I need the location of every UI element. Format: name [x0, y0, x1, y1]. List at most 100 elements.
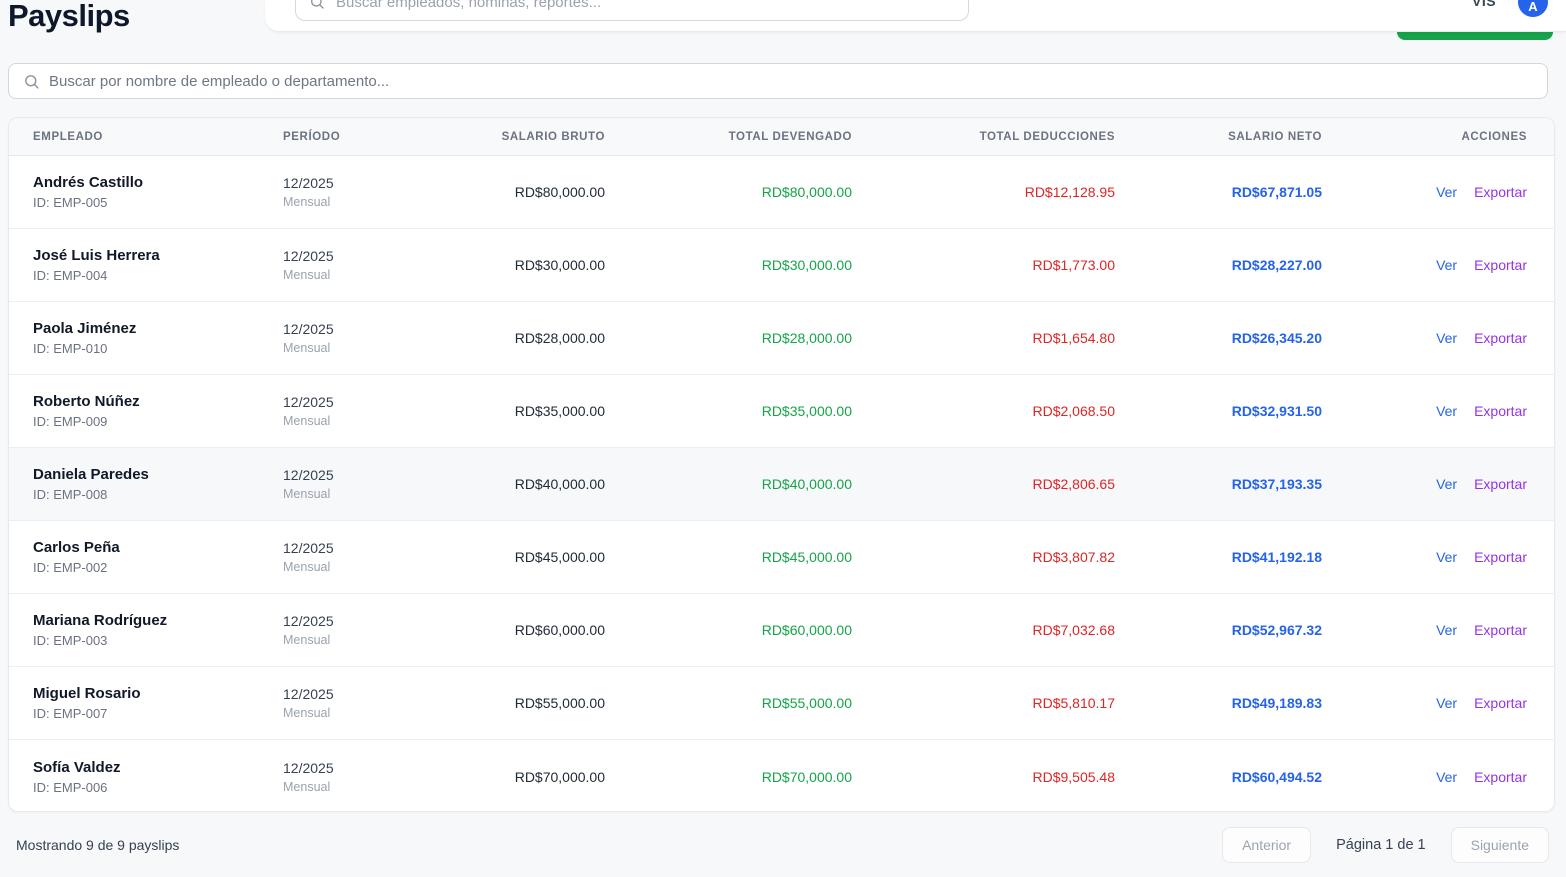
table-header-row: EMPLEADO PERÍODO SALARIO BRUTO TOTAL DEV…	[9, 118, 1554, 156]
col-header-empleado: EMPLEADO	[9, 131, 259, 143]
view-link[interactable]: Ver	[1436, 476, 1457, 492]
net-salary: RD$28,227.00	[1119, 257, 1326, 273]
total-earned: RD$28,000.00	[609, 330, 856, 346]
employee-id: ID: EMP-004	[33, 268, 259, 283]
export-link[interactable]: Exportar	[1474, 184, 1527, 200]
pagination: Anterior Página 1 de 1 Siguiente	[1222, 827, 1549, 863]
total-deductions: RD$2,068.50	[856, 403, 1119, 419]
total-earned: RD$55,000.00	[609, 695, 856, 711]
export-link[interactable]: Exportar	[1474, 549, 1527, 565]
employee-id: ID: EMP-009	[33, 414, 259, 429]
export-link[interactable]: Exportar	[1474, 769, 1527, 785]
payslip-filter-input[interactable]	[49, 64, 1547, 98]
period-frequency: Mensual	[283, 706, 429, 720]
total-deductions: RD$1,773.00	[856, 257, 1119, 273]
table-footer: Mostrando 9 de 9 payslips Anterior Págin…	[8, 812, 1558, 877]
period-value: 12/2025	[283, 394, 429, 410]
gross-salary: RD$55,000.00	[429, 695, 609, 711]
table-row[interactable]: Miguel Rosario ID: EMP-007 12/2025 Mensu…	[9, 667, 1554, 740]
period-frequency: Mensual	[283, 487, 429, 501]
gross-salary: RD$45,000.00	[429, 549, 609, 565]
global-search-input[interactable]	[336, 0, 968, 20]
net-salary: RD$41,192.18	[1119, 549, 1326, 565]
payslip-filter-search[interactable]	[8, 63, 1548, 99]
global-search[interactable]	[295, 0, 969, 21]
period-value: 12/2025	[283, 467, 429, 483]
gross-salary: RD$40,000.00	[429, 476, 609, 492]
export-link[interactable]: Exportar	[1474, 622, 1527, 638]
col-header-total-deducciones: TOTAL DEDUCCIONES	[856, 131, 1119, 143]
export-link[interactable]: Exportar	[1474, 257, 1527, 273]
col-header-salario-neto: SALARIO NETO	[1119, 131, 1326, 143]
view-link[interactable]: Ver	[1436, 403, 1457, 419]
net-salary: RD$37,193.35	[1119, 476, 1326, 492]
payslips-table: EMPLEADO PERÍODO SALARIO BRUTO TOTAL DEV…	[8, 117, 1555, 812]
period-value: 12/2025	[283, 760, 429, 776]
search-icon	[309, 0, 325, 10]
table-row[interactable]: Roberto Núñez ID: EMP-009 12/2025 Mensua…	[9, 375, 1554, 448]
table-row[interactable]: Sofía Valdez ID: EMP-006 12/2025 Mensual…	[9, 740, 1554, 812]
previous-page-button[interactable]: Anterior	[1222, 827, 1311, 863]
view-link[interactable]: Ver	[1436, 184, 1457, 200]
employee-name: Carlos Peña	[33, 539, 259, 556]
view-link[interactable]: Ver	[1436, 769, 1457, 785]
table-row[interactable]: Daniela Paredes ID: EMP-008 12/2025 Mens…	[9, 448, 1554, 521]
period-frequency: Mensual	[283, 268, 429, 282]
employee-id: ID: EMP-005	[33, 195, 259, 210]
table-row[interactable]: Mariana Rodríguez ID: EMP-003 12/2025 Me…	[9, 594, 1554, 667]
total-earned: RD$30,000.00	[609, 257, 856, 273]
period-frequency: Mensual	[283, 414, 429, 428]
top-app-bar: VIS A	[265, 0, 1566, 32]
employee-name: Daniela Paredes	[33, 466, 259, 483]
total-earned: RD$35,000.00	[609, 403, 856, 419]
employee-id: ID: EMP-007	[33, 706, 259, 721]
period-value: 12/2025	[283, 175, 429, 191]
total-earned: RD$45,000.00	[609, 549, 856, 565]
total-deductions: RD$2,806.65	[856, 476, 1119, 492]
table-row[interactable]: Carlos Peña ID: EMP-002 12/2025 Mensual …	[9, 521, 1554, 594]
page-title: Payslips	[8, 0, 130, 37]
employee-name: Mariana Rodríguez	[33, 612, 259, 629]
total-earned: RD$40,000.00	[609, 476, 856, 492]
gross-salary: RD$35,000.00	[429, 403, 609, 419]
view-link[interactable]: Ver	[1436, 257, 1457, 273]
employee-name: Sofía Valdez	[33, 759, 259, 776]
total-earned: RD$70,000.00	[609, 769, 856, 785]
view-link[interactable]: Ver	[1436, 549, 1457, 565]
table-row[interactable]: Paola Jiménez ID: EMP-010 12/2025 Mensua…	[9, 302, 1554, 375]
employee-name: Paola Jiménez	[33, 320, 259, 337]
period-value: 12/2025	[283, 248, 429, 264]
period-frequency: Mensual	[283, 341, 429, 355]
employee-name: Roberto Núñez	[33, 393, 259, 410]
total-deductions: RD$7,032.68	[856, 622, 1119, 638]
next-page-button[interactable]: Siguiente	[1451, 827, 1549, 863]
table-row[interactable]: Andrés Castillo ID: EMP-005 12/2025 Mens…	[9, 156, 1554, 229]
employee-name: Andrés Castillo	[33, 174, 259, 191]
col-header-salario-bruto: SALARIO BRUTO	[429, 131, 609, 143]
net-salary: RD$67,871.05	[1119, 184, 1326, 200]
export-link[interactable]: Exportar	[1474, 330, 1527, 346]
user-avatar[interactable]: A	[1518, 0, 1548, 17]
export-link[interactable]: Exportar	[1474, 403, 1527, 419]
period-value: 12/2025	[283, 540, 429, 556]
results-summary: Mostrando 9 de 9 payslips	[16, 837, 179, 853]
col-header-total-devengado: TOTAL DEVENGADO	[609, 131, 856, 143]
net-salary: RD$49,189.83	[1119, 695, 1326, 711]
total-deductions: RD$9,505.48	[856, 769, 1119, 785]
total-earned: RD$80,000.00	[609, 184, 856, 200]
period-frequency: Mensual	[283, 633, 429, 647]
export-link[interactable]: Exportar	[1474, 476, 1527, 492]
view-link[interactable]: Ver	[1436, 695, 1457, 711]
view-link[interactable]: Ver	[1436, 330, 1457, 346]
export-link[interactable]: Exportar	[1474, 695, 1527, 711]
search-icon	[23, 73, 40, 90]
topbar-nav-text[interactable]: VIS	[1472, 0, 1496, 9]
page-indicator: Página 1 de 1	[1336, 837, 1426, 853]
period-frequency: Mensual	[283, 780, 429, 794]
col-header-periodo: PERÍODO	[259, 131, 429, 143]
period-frequency: Mensual	[283, 560, 429, 574]
net-salary: RD$26,345.20	[1119, 330, 1326, 346]
gross-salary: RD$28,000.00	[429, 330, 609, 346]
view-link[interactable]: Ver	[1436, 622, 1457, 638]
table-row[interactable]: José Luis Herrera ID: EMP-004 12/2025 Me…	[9, 229, 1554, 302]
